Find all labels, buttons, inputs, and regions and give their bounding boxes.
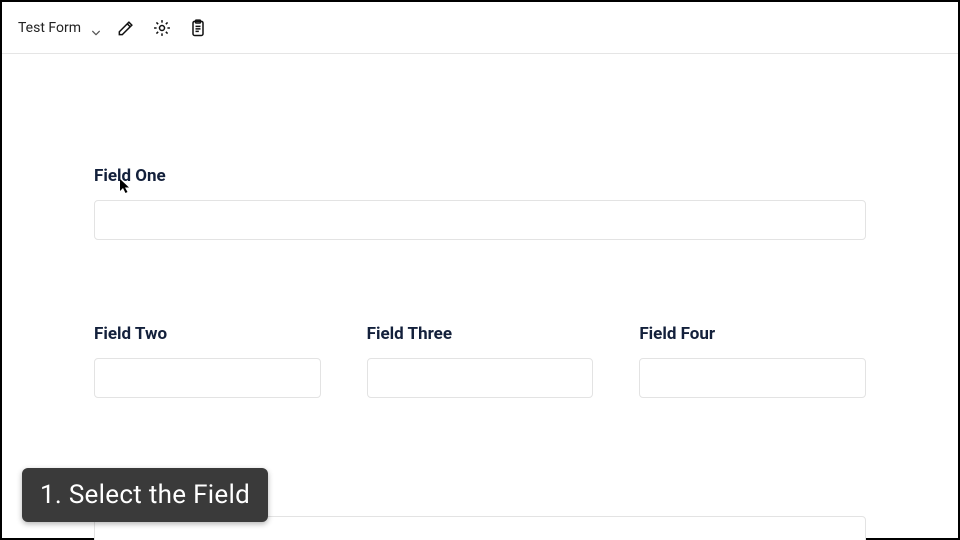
field-label-1: Field One [94,166,866,186]
field-block-2[interactable]: Field Two [94,324,321,398]
chevron-down-icon [91,23,101,33]
field-input-2[interactable] [94,358,321,398]
form-name-dropdown[interactable]: Test Form [18,20,101,36]
clipboard-icon[interactable] [187,17,209,39]
field-input-1[interactable] [94,200,866,240]
field-row-2: Field Two Field Three Field Four [94,324,866,398]
form-name-label: Test Form [18,20,81,36]
toolbar: Test Form [2,2,958,54]
edit-icon[interactable] [115,17,137,39]
field-label-4: Field Four [639,324,866,344]
app-frame: Test Form Field One Field Two Field Thr [0,0,960,540]
form-canvas[interactable]: Field One Field Two Field Three Field Fo… [2,56,958,538]
field-input-3[interactable] [367,358,594,398]
gear-icon[interactable] [151,17,173,39]
instruction-text: 1. Select the Field [40,480,250,510]
field-label-3: Field Three [367,324,594,344]
field-input-4[interactable] [639,358,866,398]
instruction-overlay: 1. Select the Field [22,468,268,522]
field-block-3[interactable]: Field Three [367,324,594,398]
field-block-4[interactable]: Field Four [639,324,866,398]
field-block-1[interactable]: Field One [94,166,866,240]
field-label-2: Field Two [94,324,321,344]
